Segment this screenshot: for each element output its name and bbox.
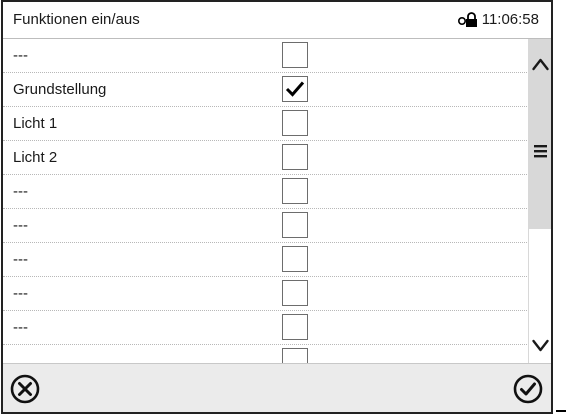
chevron-down-icon — [532, 339, 549, 352]
close-circle-icon[interactable] — [10, 374, 40, 404]
checkbox[interactable] — [282, 42, 308, 68]
checkbox[interactable] — [282, 246, 308, 272]
list-item-label: --- — [13, 319, 28, 336]
list-item[interactable]: Licht 1 — [3, 107, 527, 141]
checkbox[interactable] — [282, 144, 308, 170]
chevron-up-icon — [532, 58, 549, 71]
list-item-label: --- — [13, 285, 28, 302]
list-item[interactable]: --- — [3, 311, 527, 345]
status-area: 11:06:58 — [457, 11, 539, 28]
checkbox[interactable] — [282, 212, 308, 238]
header-bar: Funktionen ein/aus 11:06:58 — [3, 2, 551, 39]
list-item[interactable] — [3, 345, 527, 363]
list-item-label: Licht 2 — [13, 149, 58, 166]
list-item-label: --- — [13, 251, 28, 268]
function-list: --- Grundstellung Licht 1 Licht 2 --- --- --- -… — [3, 39, 527, 363]
checkbox[interactable] — [282, 280, 308, 306]
scroll-up-button[interactable] — [529, 39, 551, 81]
footer-bar — [3, 363, 551, 412]
checkbox[interactable] — [282, 314, 308, 340]
list-item[interactable]: --- — [3, 175, 527, 209]
menu-icon — [534, 145, 547, 158]
lock-icon — [457, 11, 477, 27]
edge-marker — [556, 410, 566, 412]
list-item[interactable]: Grundstellung — [3, 73, 527, 107]
check-circle-icon[interactable] — [513, 374, 543, 404]
screen-frame: Funktionen ein/aus 11:06:58 --- Grundstel… — [1, 0, 553, 414]
checkbox[interactable] — [282, 348, 308, 363]
page-title: Funktionen ein/aus — [13, 11, 140, 28]
list-item[interactable]: --- — [3, 243, 527, 277]
checkbox[interactable] — [282, 178, 308, 204]
list-item[interactable]: --- — [3, 39, 527, 73]
scroll-down-button[interactable] — [529, 327, 551, 363]
scroll-thumb[interactable] — [529, 81, 551, 229]
list-item-label: Licht 1 — [13, 115, 58, 132]
scrollbar[interactable] — [528, 39, 551, 363]
checkbox[interactable] — [282, 76, 308, 102]
list-item-label: --- — [13, 47, 28, 64]
list-item[interactable]: --- — [3, 209, 527, 243]
list-item[interactable]: Licht 2 — [3, 141, 527, 175]
list-item-label: --- — [13, 217, 28, 234]
list-item-label: --- — [13, 183, 28, 200]
checkmark-icon — [285, 81, 305, 97]
list-item-label: Grundstellung — [13, 81, 107, 98]
clock-time: 11:06:58 — [481, 11, 539, 28]
checkbox[interactable] — [282, 110, 308, 136]
list-item[interactable]: --- — [3, 277, 527, 311]
